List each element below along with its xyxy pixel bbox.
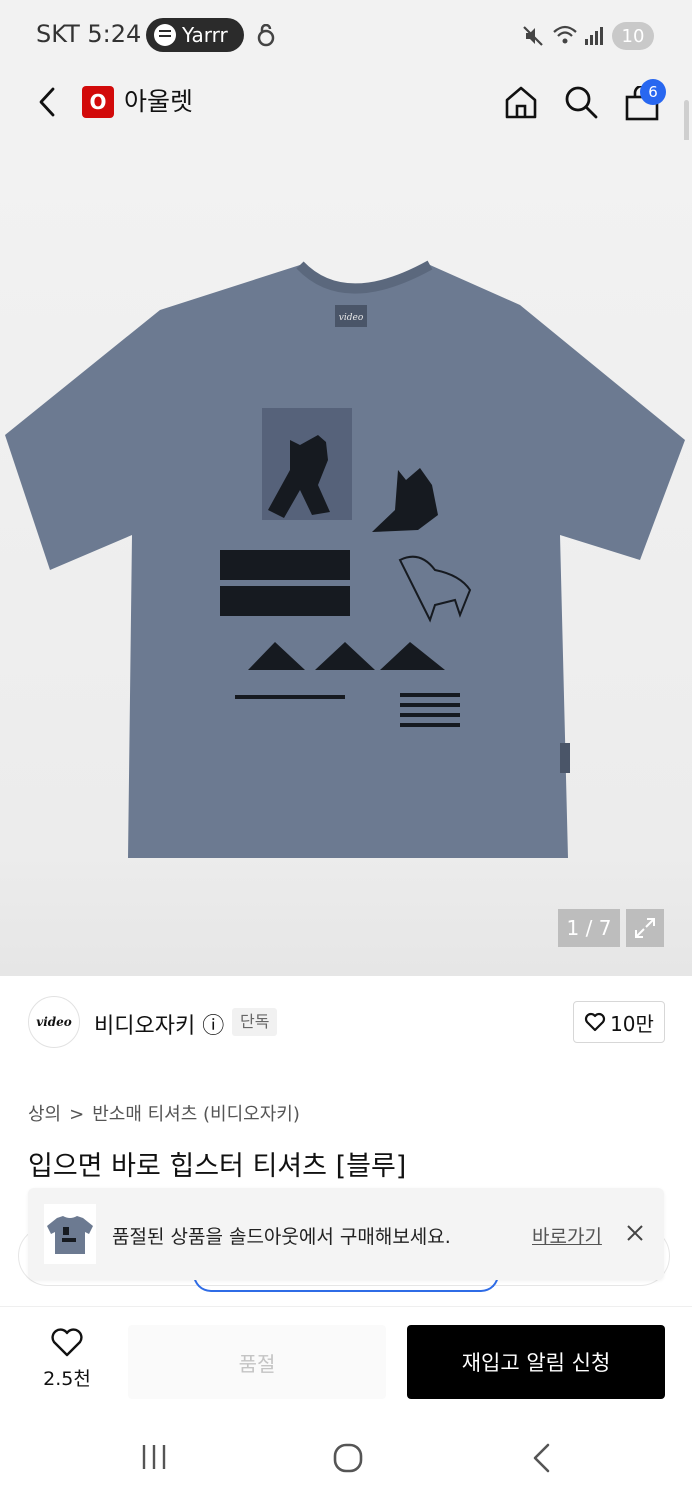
neck-label: video [339, 313, 364, 323]
tshirt-illustration: video [5, 260, 685, 858]
toast-thumbnail [44, 1204, 96, 1264]
wishlist-button[interactable]: 2.5천 [38, 1328, 96, 1394]
status-bar: SKT 5:24 Yarrr 10 [0, 0, 692, 70]
restock-alert-button[interactable]: 재입고 알림 신청 [407, 1325, 665, 1399]
heart-icon [584, 1012, 606, 1032]
outlet-title[interactable]: 아울렛 [124, 86, 193, 118]
tshirt-thumbnail-icon [47, 1216, 93, 1254]
exclusive-badge: 단독 [232, 1008, 278, 1036]
spotify-icon [154, 24, 176, 46]
brand-name[interactable]: 비디오자키 ⓘ [94, 1008, 224, 1040]
soldout-button: 품절 [128, 1325, 386, 1399]
outlet-logo[interactable]: O [82, 86, 114, 118]
status-time: SKT 5:24 [36, 20, 142, 48]
wishlist-count: 2.5천 [43, 1368, 91, 1390]
brand-name-text: 비디오자키 [94, 1014, 196, 1039]
image-counter: 1 / 7 [558, 909, 620, 947]
toast-message: 품절된 상품을 솔드아웃에서 구매해보세요. [112, 1226, 451, 1248]
wifi-icon [553, 25, 577, 44]
back-nav-icon[interactable] [530, 1442, 554, 1474]
back-icon[interactable] [36, 86, 58, 118]
brand-like-count: 10만 [610, 1011, 654, 1036]
breadcrumb-separator: > [69, 1104, 85, 1125]
expand-button[interactable] [626, 909, 664, 947]
recent-apps-icon[interactable] [140, 1442, 168, 1472]
battery-indicator: 10 [612, 22, 654, 50]
info-icon[interactable]: ⓘ [202, 1014, 224, 1039]
close-icon[interactable] [624, 1222, 646, 1244]
spotify-label: Yarrr [182, 23, 228, 47]
mute-icon [523, 26, 543, 46]
brand-logo[interactable]: video [28, 996, 80, 1048]
breadcrumb-subcategory[interactable]: 반소매 티셔츠 (비디오자키) [92, 1104, 300, 1125]
heart-icon [51, 1328, 83, 1357]
system-nav-bar [0, 1418, 692, 1500]
home-icon[interactable] [503, 84, 539, 120]
brand-like-button[interactable]: 10만 [573, 1001, 665, 1043]
product-image[interactable]: video [0, 140, 692, 976]
breadcrumb: 상의 > 반소매 티셔츠 (비디오자키) [28, 1100, 308, 1126]
toast-go-link[interactable]: 바로가기 [532, 1222, 602, 1249]
cart-badge: 6 [640, 79, 666, 105]
lock-icon [257, 24, 275, 47]
spotify-pill: Yarrr [146, 18, 244, 52]
signal-icon [585, 27, 603, 45]
breadcrumb-category[interactable]: 상의 [28, 1104, 61, 1125]
expand-icon [635, 918, 655, 938]
product-title: 입으면 바로 힙스터 티셔츠 [블루] [28, 1151, 407, 1182]
home-nav-icon[interactable] [332, 1442, 364, 1474]
search-icon[interactable] [563, 84, 599, 120]
